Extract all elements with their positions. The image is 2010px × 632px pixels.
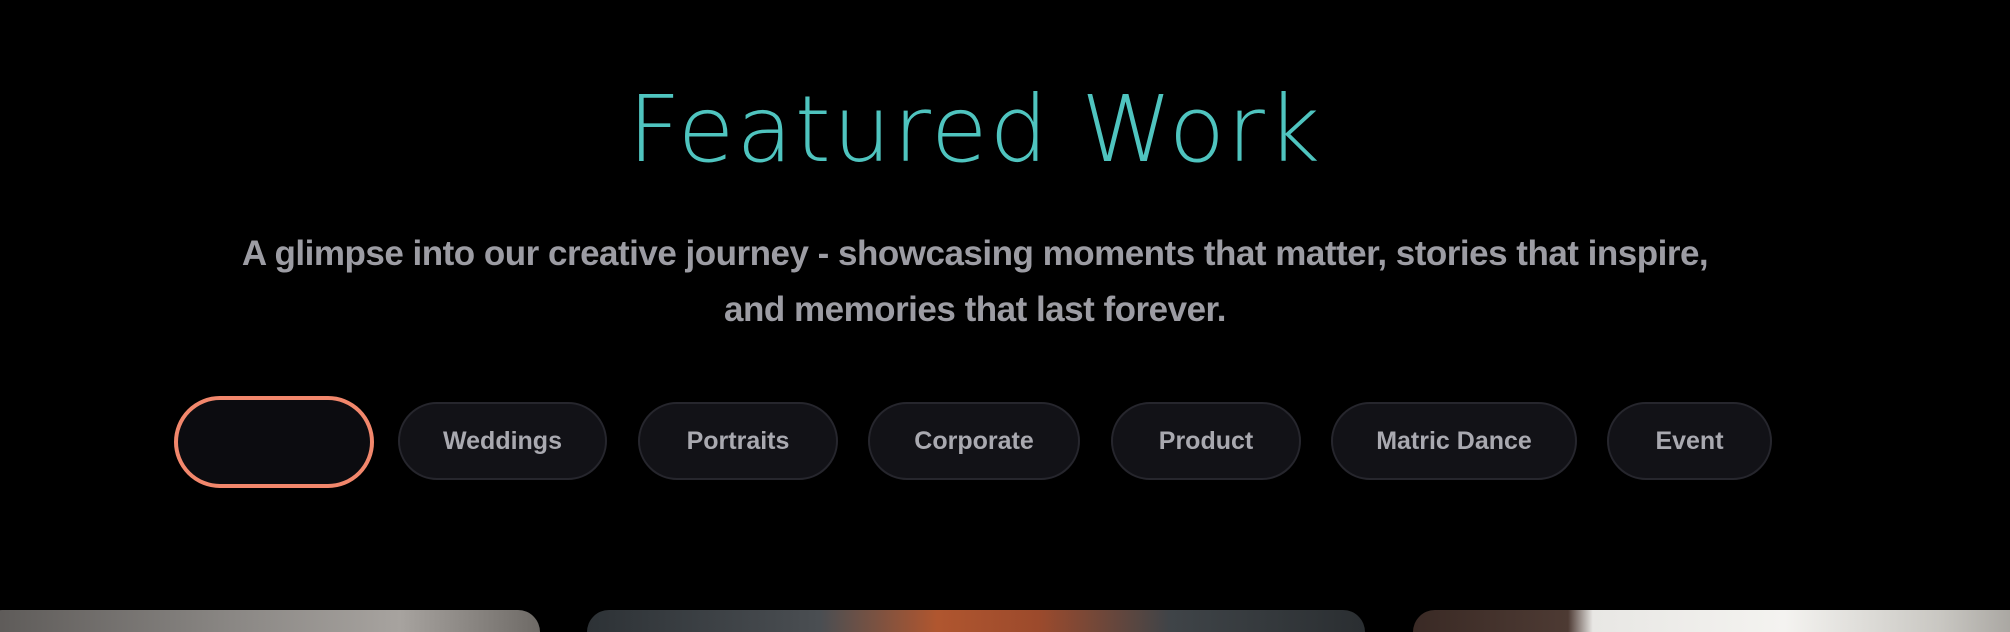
gallery-card-image[interactable] xyxy=(587,610,1365,632)
gallery-card-image[interactable] xyxy=(0,610,540,632)
filter-portraits-button[interactable]: Portraits xyxy=(638,402,838,480)
filter-corporate-button[interactable]: Corporate xyxy=(868,402,1080,480)
section-subtitle: A glimpse into our creative journey - sh… xyxy=(241,234,1709,329)
filter-event-button[interactable]: Event xyxy=(1607,402,1772,480)
gallery-card-image[interactable] xyxy=(1413,610,2010,632)
filter-matric-dance-button[interactable]: Matric Dance xyxy=(1331,402,1577,480)
filter-weddings-button[interactable]: Weddings xyxy=(398,402,607,480)
section-title: Featured Work xyxy=(627,76,1323,183)
filter-all-button[interactable] xyxy=(174,396,374,488)
filter-product-button[interactable]: Product xyxy=(1111,402,1301,480)
